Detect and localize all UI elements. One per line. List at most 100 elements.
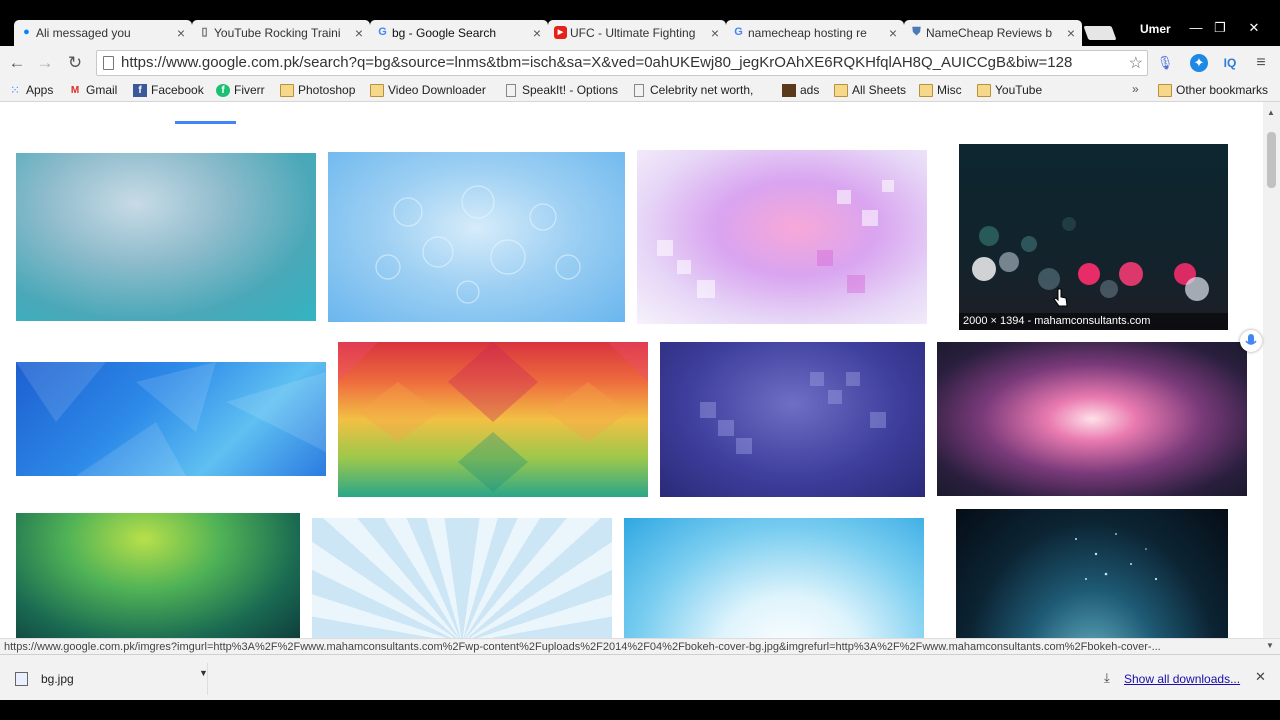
screen-border — [0, 700, 1280, 720]
page-scrollbar[interactable]: ▲ ▼ — [1263, 102, 1280, 638]
messenger-icon: ● — [23, 26, 30, 38]
image-caption: 2000 × 1394 - mahamconsultants.com — [959, 313, 1228, 330]
download-item[interactable]: bg.jpg ▼ — [4, 663, 208, 695]
image-result-earth-space[interactable] — [956, 509, 1228, 638]
bookmark-fiverr[interactable]: f Fiverr — [214, 82, 265, 99]
download-shelf: bg.jpg ▼ ⤓ Show all downloads... ✕ — [0, 654, 1280, 700]
hand-cursor-icon — [1053, 288, 1068, 307]
close-window-icon[interactable]: ✕ — [1244, 20, 1264, 36]
minimize-icon[interactable]: — — [1186, 20, 1206, 35]
damask-pattern — [375, 185, 581, 304]
image-result-blue-blur[interactable] — [16, 153, 316, 321]
folder-icon — [280, 84, 294, 97]
youtube-icon: ▶ — [554, 26, 567, 39]
address-bar[interactable]: https://www.google.com.pk/search?q=bg&so… — [96, 50, 1148, 76]
google-icon: G — [378, 26, 387, 38]
images-tab-indicator — [175, 121, 236, 124]
tab-strip: ● Ali messaged you × ▯ YouTube Rocking T… — [0, 0, 1280, 48]
close-icon[interactable]: × — [177, 20, 185, 46]
tab-youtube-training[interactable]: ▯ YouTube Rocking Traini × — [192, 20, 370, 46]
restore-icon[interactable]: ❐ — [1210, 20, 1230, 36]
scroll-down-icon[interactable]: ▼ — [1266, 641, 1274, 650]
close-icon[interactable]: × — [1067, 20, 1075, 46]
pink-shapes — [657, 180, 894, 298]
tab-namecheap-hosting[interactable]: G namecheap hosting re × — [726, 20, 904, 46]
polygon-pattern — [16, 362, 326, 476]
bookmark-video-downloader[interactable]: Video Downloader — [368, 82, 486, 99]
profile-name[interactable]: Umer — [1140, 22, 1171, 36]
image-result-green-gradient[interactable] — [16, 513, 300, 638]
image-result-bokeh[interactable]: 2000 × 1394 - mahamconsultants.com — [959, 144, 1228, 330]
image-result-rainbow-geometric[interactable] — [338, 342, 648, 497]
url-text[interactable]: https://www.google.com.pk/search?q=bg&so… — [121, 51, 1123, 75]
geometric-pattern — [338, 342, 648, 492]
bookmark-other-bookmarks[interactable]: Other bookmarks — [1156, 82, 1268, 99]
bookmark-misc[interactable]: Misc — [917, 82, 962, 99]
image-result-blue-polygon[interactable] — [16, 362, 326, 476]
show-all-downloads-link[interactable]: Show all downloads... — [1124, 672, 1240, 686]
menu-icon[interactable]: ≡ — [1252, 54, 1270, 72]
gmail-icon: M — [70, 85, 80, 96]
back-icon[interactable]: ← — [6, 52, 28, 74]
bookmark-facebook[interactable]: f Facebook — [131, 82, 204, 99]
image-result-pink-flare[interactable] — [937, 342, 1247, 496]
tab-namecheap-reviews[interactable]: ⛊ NameCheap Reviews b × — [904, 20, 1082, 46]
mic-extension-icon[interactable]: 🎙 — [1156, 54, 1174, 72]
scroll-up-icon[interactable]: ▲ — [1267, 108, 1275, 117]
bookmark-photoshop[interactable]: Photoshop — [278, 82, 355, 99]
translate-extension-icon[interactable]: ✦ — [1190, 54, 1208, 72]
shield-icon: ⛊ — [912, 26, 921, 38]
bookmark-gmail[interactable]: M Gmail — [66, 82, 118, 99]
bookmark-youtube[interactable]: YouTube — [975, 82, 1042, 99]
facebook-icon: f — [133, 84, 147, 97]
page-icon: ▯ — [201, 26, 208, 38]
browser-window: ● Ali messaged you × ▯ YouTube Rocking T… — [0, 0, 1280, 720]
close-icon[interactable]: × — [533, 20, 541, 46]
close-icon[interactable]: × — [711, 20, 719, 46]
status-url: https://www.google.com.pk/imgres?imgurl=… — [4, 641, 1161, 653]
bokeh-lights — [972, 217, 1209, 301]
folder-icon — [919, 84, 933, 97]
image-file-icon — [15, 672, 28, 686]
tab-ufc[interactable]: ▶ UFC - Ultimate Fighting × — [548, 20, 726, 46]
folder-icon — [370, 84, 384, 97]
new-tab-button[interactable] — [1083, 26, 1117, 40]
bookmark-star-icon[interactable]: ☆ — [1129, 53, 1143, 73]
bookmark-ads[interactable]: ads — [780, 82, 819, 99]
tab-google-search[interactable]: G bg - Google Search × — [370, 20, 548, 46]
image-result-pink-abstract[interactable] — [637, 150, 927, 324]
iq-extension-icon[interactable]: IQ — [1221, 54, 1239, 72]
voice-search-icon[interactable] — [1240, 330, 1262, 352]
reload-icon[interactable]: ↻ — [64, 52, 86, 74]
page-icon — [506, 84, 516, 97]
page-icon — [103, 56, 114, 70]
purple-squares-pattern — [700, 372, 886, 454]
download-filename: bg.jpg — [41, 672, 74, 686]
image-result-blue-damask[interactable] — [328, 152, 625, 322]
stars — [1075, 533, 1158, 581]
google-icon: G — [734, 26, 743, 38]
chevron-down-icon[interactable]: ▼ — [199, 668, 208, 678]
toolbar: ← → ↻ https://www.google.com.pk/search?q… — [0, 46, 1280, 79]
folder-icon — [834, 84, 848, 97]
tab-messenger[interactable]: ● Ali messaged you × — [14, 20, 192, 46]
close-icon[interactable]: × — [355, 20, 363, 46]
image-result-purple-squares[interactable] — [660, 342, 925, 497]
download-icon: ⤓ — [1104, 670, 1110, 685]
folder-icon — [1158, 84, 1172, 97]
image-icon — [782, 84, 796, 97]
close-icon[interactable]: × — [889, 20, 897, 46]
forward-icon[interactable]: → — [34, 52, 56, 74]
scrollbar-thumb[interactable] — [1267, 132, 1276, 188]
image-result-light-blue-rays[interactable] — [312, 518, 612, 638]
bookmark-speakit[interactable]: SpeakIt! - Options — [502, 82, 618, 99]
bookmark-apps[interactable]: ⁙ Apps — [6, 82, 53, 99]
page-icon — [634, 84, 644, 97]
bookmark-celebrity-net-worth[interactable]: Celebrity net worth, — [630, 82, 770, 99]
chevron-more-icon[interactable]: » — [1132, 82, 1139, 96]
status-bar: https://www.google.com.pk/imgres?imgurl=… — [0, 638, 1280, 654]
apps-icon: ⁙ — [9, 83, 21, 97]
close-icon[interactable]: ✕ — [1255, 669, 1266, 685]
image-result-light-blue-burst[interactable] — [624, 518, 924, 638]
bookmark-all-sheets[interactable]: All Sheets — [832, 82, 906, 99]
